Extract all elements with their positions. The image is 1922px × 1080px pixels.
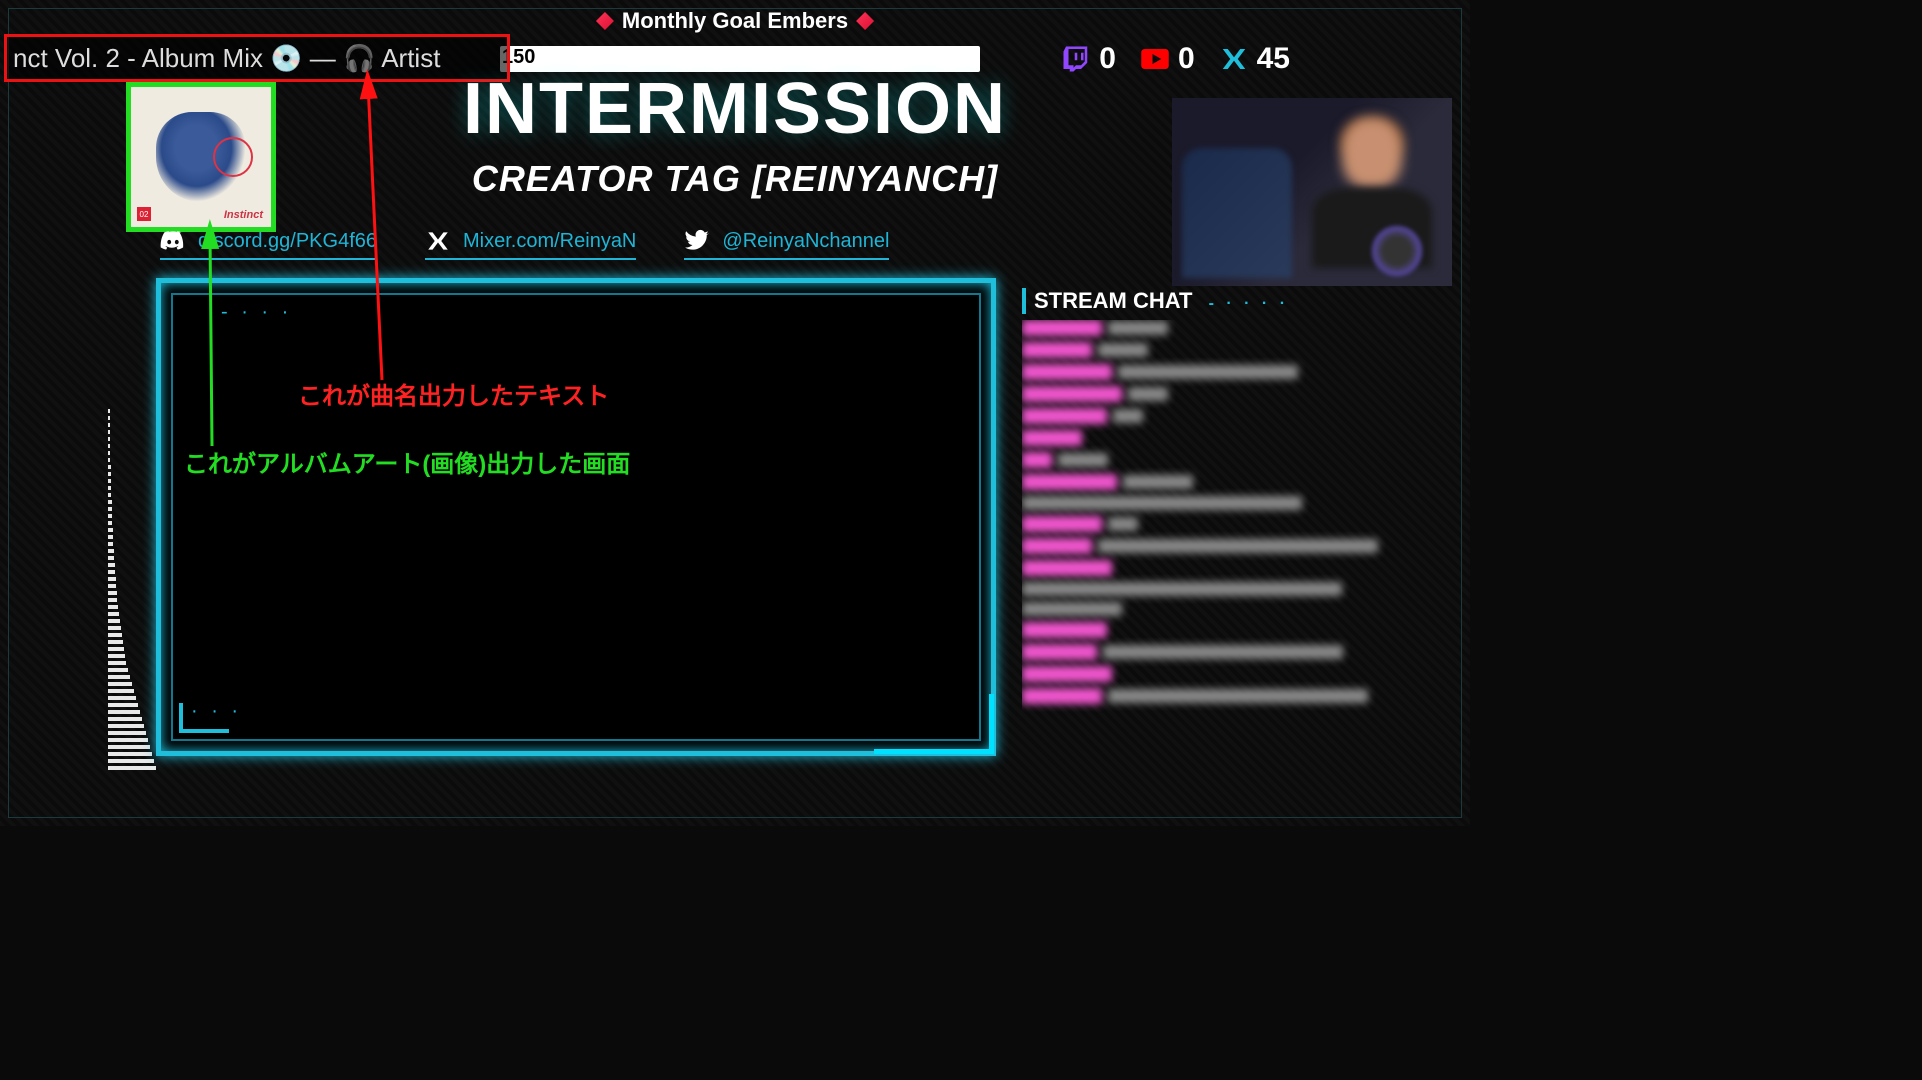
chat-line bbox=[1022, 342, 1452, 358]
album-art-overlay: 02 Instinct bbox=[126, 82, 276, 232]
goal-banner: Monthly Goal Embers bbox=[596, 8, 874, 34]
ember-icon bbox=[856, 12, 874, 30]
chat-line bbox=[1022, 688, 1452, 704]
stats-row: 0 0 45 bbox=[1061, 42, 1290, 76]
corner-decoration-br bbox=[874, 694, 994, 754]
chat-line bbox=[1022, 602, 1452, 616]
mixer-icon bbox=[1219, 44, 1249, 74]
chat-line bbox=[1022, 666, 1452, 682]
mixer-icon bbox=[425, 228, 451, 254]
chat-line bbox=[1022, 622, 1452, 638]
stat-youtube-value: 0 bbox=[1178, 42, 1195, 76]
corner-dots-tl: - · · · bbox=[221, 301, 292, 324]
main-content-frame: - · · · · · · bbox=[156, 278, 996, 756]
stat-youtube: 0 bbox=[1140, 42, 1195, 76]
stream-chat: STREAM CHAT - · · · · bbox=[1022, 288, 1452, 778]
main-title: INTERMISSION bbox=[463, 68, 1007, 150]
stat-twitch-value: 0 bbox=[1099, 42, 1116, 76]
audio-visualizer bbox=[108, 300, 156, 770]
main-content-inner bbox=[171, 293, 981, 741]
now-playing-overlay: nct Vol. 2 - Album Mix 💿 — 🎧 Artist bbox=[4, 34, 510, 82]
social-mixer-text: Mixer.com/ReinyaN bbox=[463, 230, 636, 253]
stat-mixer-value: 45 bbox=[1257, 42, 1290, 76]
stat-mixer: 45 bbox=[1219, 42, 1290, 76]
chat-line bbox=[1022, 452, 1452, 468]
chat-line bbox=[1022, 364, 1452, 380]
stream-chat-body[interactable] bbox=[1022, 320, 1452, 770]
chat-line bbox=[1022, 430, 1452, 446]
stream-chat-header: STREAM CHAT - · · · · bbox=[1022, 288, 1452, 314]
twitter-icon bbox=[684, 228, 710, 254]
chat-line bbox=[1022, 582, 1452, 596]
annotation-song-text: これが曲名出力したテキスト bbox=[298, 376, 609, 411]
album-badge: 02 bbox=[137, 207, 151, 221]
corner-dots-bl: · · · bbox=[191, 700, 242, 723]
stat-twitch: 0 bbox=[1061, 42, 1116, 76]
social-discord-text: discord.gg/PKG4f66 bbox=[198, 230, 377, 253]
webcam-feed bbox=[1172, 98, 1452, 286]
youtube-icon bbox=[1140, 44, 1170, 74]
annotation-album-art: これがアルバムアート(画像)出力した画面 bbox=[184, 444, 630, 479]
discord-icon bbox=[160, 228, 186, 254]
social-discord[interactable]: discord.gg/PKG4f66 bbox=[160, 228, 377, 260]
sub-title: CREATOR TAG [REINYANCH] bbox=[472, 158, 998, 200]
chat-line bbox=[1022, 516, 1452, 532]
social-links-row: discord.gg/PKG4f66 Mixer.com/ReinyaN @Re… bbox=[160, 228, 889, 260]
goal-banner-text: Monthly Goal Embers bbox=[622, 8, 848, 34]
chat-line bbox=[1022, 386, 1452, 402]
now-playing-text: nct Vol. 2 - Album Mix 💿 — 🎧 Artist bbox=[13, 43, 440, 74]
ember-icon bbox=[596, 12, 614, 30]
twitch-icon bbox=[1061, 44, 1091, 74]
stream-chat-title: STREAM CHAT bbox=[1034, 288, 1192, 313]
album-art-image: 02 Instinct bbox=[131, 87, 271, 227]
chat-line bbox=[1022, 408, 1452, 424]
chat-line bbox=[1022, 560, 1452, 576]
chat-line bbox=[1022, 474, 1452, 490]
social-mixer[interactable]: Mixer.com/ReinyaN bbox=[425, 228, 636, 260]
chat-line bbox=[1022, 644, 1452, 660]
social-twitter[interactable]: @ReinyaNchannel bbox=[684, 228, 889, 260]
chat-line bbox=[1022, 496, 1452, 510]
social-twitter-text: @ReinyaNchannel bbox=[722, 230, 889, 253]
chat-line bbox=[1022, 538, 1452, 554]
chat-header-dots: - · · · · bbox=[1209, 295, 1289, 312]
album-title: Instinct bbox=[224, 209, 263, 221]
chat-line bbox=[1022, 320, 1452, 336]
